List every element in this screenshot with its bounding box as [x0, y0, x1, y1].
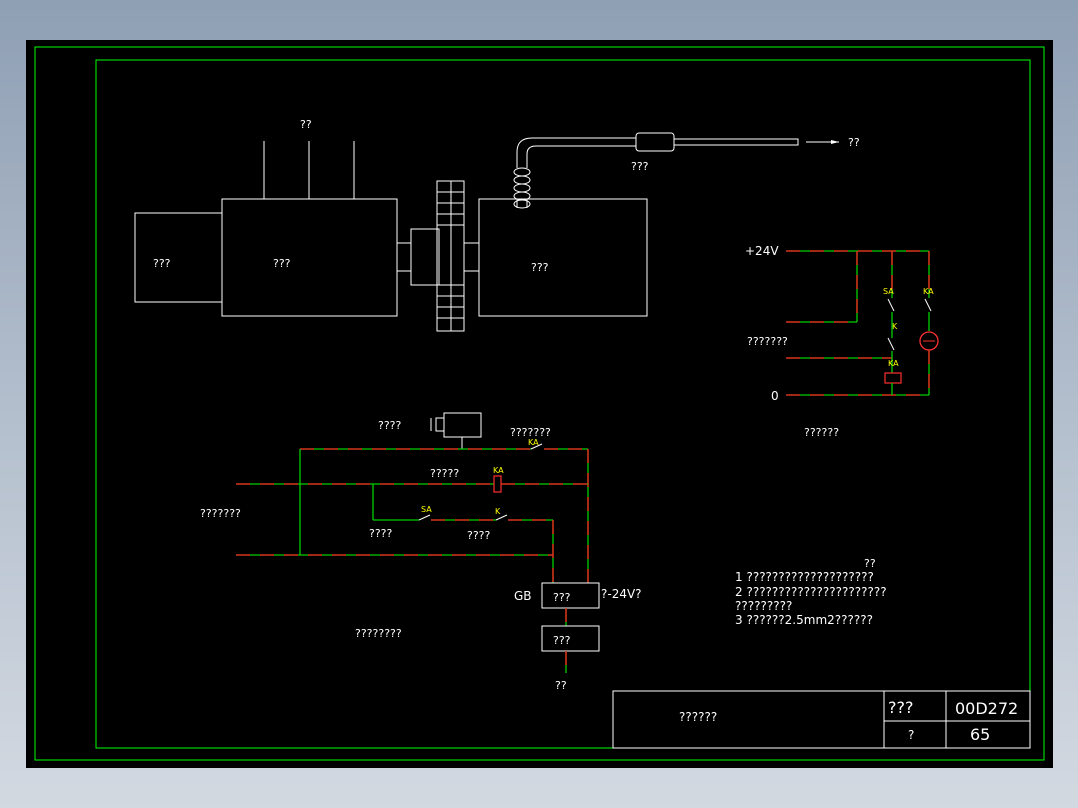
input-label: ??????? [200, 507, 241, 520]
motor-body [221, 198, 398, 317]
pump-label: ??? [531, 261, 549, 274]
code-label: ??? [888, 698, 913, 717]
ka-coil-symbol [884, 372, 902, 384]
sa-symbol-label: SA [883, 287, 894, 296]
outer-frame [34, 46, 1045, 761]
k-symbol-label: K [892, 322, 898, 331]
power-caption: ???????? [355, 627, 402, 640]
hose-inner [526, 145, 636, 168]
left-housing [134, 212, 223, 303]
motor-label: ??? [273, 257, 291, 270]
control-side-label: ??????? [747, 335, 788, 348]
hose-sensor [635, 132, 675, 152]
coupling [410, 228, 440, 286]
motor-leads-label: ?? [300, 118, 312, 131]
control-caption: ?????? [804, 426, 839, 439]
battery-label: ??? [553, 591, 571, 604]
title-block: ?????? ??? 00D272 ? 65 [612, 690, 1031, 749]
hose-bellows [513, 167, 531, 209]
left-housing-label: ??? [153, 257, 171, 270]
drawing-name: ?????? [679, 710, 717, 724]
zero-label: 0 [771, 389, 779, 403]
ka-contact-label: KA [923, 287, 934, 296]
power-circuit: ???? ??????? KA ????? KA ??????? SA K ??… [200, 412, 642, 692]
supply-label: +24V [745, 244, 779, 258]
relay-label: ????? [430, 467, 459, 480]
notes-block: ?? 1 ???????????????????? 2 ????????????… [735, 557, 887, 627]
bell-label: ???? [378, 419, 402, 432]
alarm-bell-icon [430, 412, 482, 449]
shaft-left [396, 242, 412, 272]
code-value: 00D272 [955, 699, 1018, 718]
shaft-right [463, 242, 480, 272]
hose-tube [673, 138, 799, 146]
sa-label-2: SA [421, 505, 432, 514]
note-1: 1 ???????????????????? [735, 570, 874, 584]
mechanical-assembly: ?? ??? ??? ??? ??? ?? [134, 118, 860, 332]
k-label-2: K [495, 507, 501, 516]
battery-voltage-note: ?-24V? [601, 587, 642, 601]
sa-caption: ???? [369, 527, 393, 540]
gb-label: GB [514, 589, 532, 603]
hose-label: ??? [631, 160, 649, 173]
note-2-cont: ????????? [735, 599, 792, 613]
page-label: ? [908, 728, 914, 742]
gear [436, 180, 465, 332]
drawing-sheet: ?? ??? ??? ??? ??? ?? +24V 0 ??????? ???… [26, 40, 1053, 768]
schematic-canvas: ?? ??? ??? ??? ??? ?? +24V 0 ??????? ???… [34, 46, 1045, 761]
converter-label: ??? [553, 634, 571, 647]
ka-top-label: KA [528, 438, 539, 447]
arrow-head-icon [831, 140, 839, 144]
ka-coil-label: KA [888, 359, 899, 368]
ka-coil-label-2: KA [493, 466, 504, 475]
note-3: 3 ??????2.5mm2?????? [735, 613, 873, 627]
hose-outer [516, 137, 636, 168]
relay-coil-symbol [493, 475, 502, 493]
output-label: ?? [848, 136, 860, 149]
control-circuit: +24V 0 ??????? ?????? SA KA K KA [745, 244, 939, 439]
page-value: 65 [970, 725, 990, 744]
k-caption: ???? [467, 529, 491, 542]
pump-body [478, 198, 648, 317]
notes-title: ?? [864, 557, 876, 570]
note-2: 2 ?????????????????????? [735, 585, 887, 599]
output-bottom-label: ?? [555, 679, 567, 692]
